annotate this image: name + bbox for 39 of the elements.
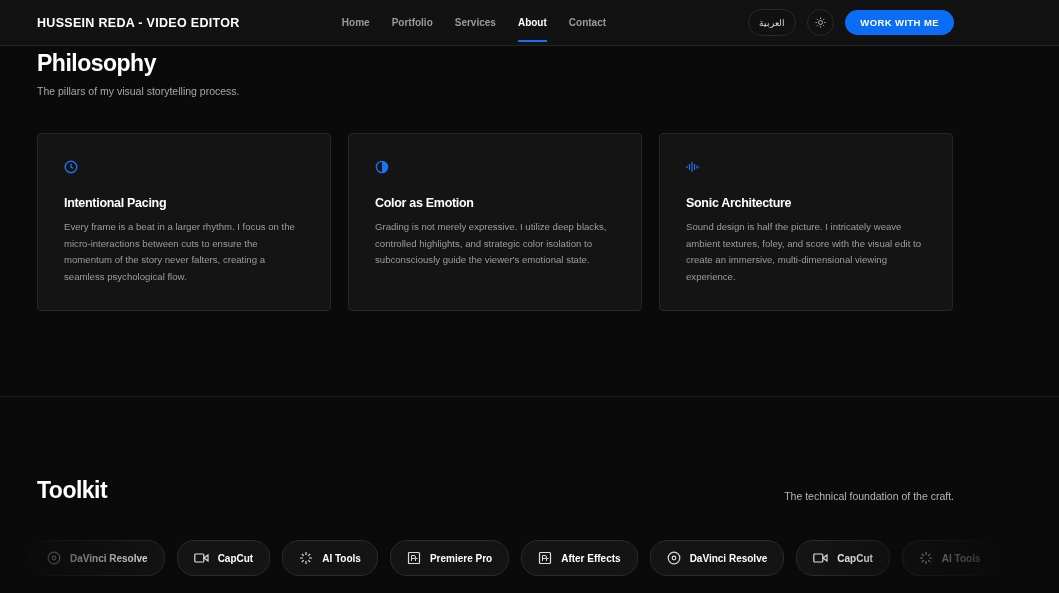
clock-icon	[64, 160, 78, 174]
nav-link[interactable]: Contact	[568, 3, 607, 42]
file-icon	[538, 551, 553, 565]
section-title: Philosophy	[37, 50, 158, 77]
loader-icon	[918, 551, 933, 565]
card-title: Color as Emotion	[375, 196, 475, 210]
sun-icon	[815, 17, 827, 28]
section-tagline: The technical foundation of the craft.	[784, 490, 954, 504]
video-camera-icon	[813, 552, 829, 564]
tool-label: AI Tools	[941, 552, 981, 564]
nav-link[interactable]: Home	[341, 3, 370, 42]
section-title: Toolkit	[37, 477, 108, 504]
sound-wave-icon	[686, 160, 700, 174]
card-title: Sonic Architecture	[686, 196, 793, 210]
contrast-icon	[375, 160, 389, 174]
tool-label: CapCut	[217, 552, 254, 564]
tool-label: DaVinci Resolve	[689, 552, 768, 564]
language-button[interactable]: العربية	[748, 9, 797, 36]
card-text: Sound design is half the picture. I intricately weave ambient textures, foley, and score with the visual edit to create an immersive, multi-dimensional viewing experience.	[686, 220, 922, 284]
card-text: Grading is not merely expressive. I utilize deep blacks, controlled highlights, and strategic color isolation to subconsciously guide the viewer's emotional state.	[375, 220, 608, 267]
file-icon	[406, 551, 421, 565]
card-text: Every frame is a beat in a larger rhythm. I focus on the micro-interactions between cuts to ensure the momentum of the story never falters, creating a seamless psychological flow.	[64, 220, 296, 284]
disc-icon	[47, 551, 61, 565]
site-title: HUSSEIN REDA - VIDEO EDITOR	[37, 15, 240, 30]
theme-toggle-button[interactable]	[807, 9, 835, 36]
tool-label: AI Tools	[322, 552, 361, 564]
tool-label: Premiere Pro	[429, 552, 493, 564]
section-subtitle: The pillars of my visual storytelling process.	[37, 85, 241, 97]
work-with-me-button[interactable]: WORK WITH ME	[845, 10, 954, 35]
nav-link[interactable]: About	[517, 3, 547, 42]
loader-icon	[299, 551, 314, 565]
tool-label: CapCut	[837, 552, 873, 564]
tool-label: DaVinci Resolve	[70, 552, 148, 564]
card-title: Intentional Pacing	[64, 196, 168, 210]
nav-link[interactable]: Services	[454, 3, 496, 42]
video-camera-icon	[193, 552, 209, 564]
nav-link[interactable]: Portfolio	[391, 3, 433, 42]
disc-icon	[666, 551, 681, 565]
tool-label: After Effects	[561, 552, 621, 564]
